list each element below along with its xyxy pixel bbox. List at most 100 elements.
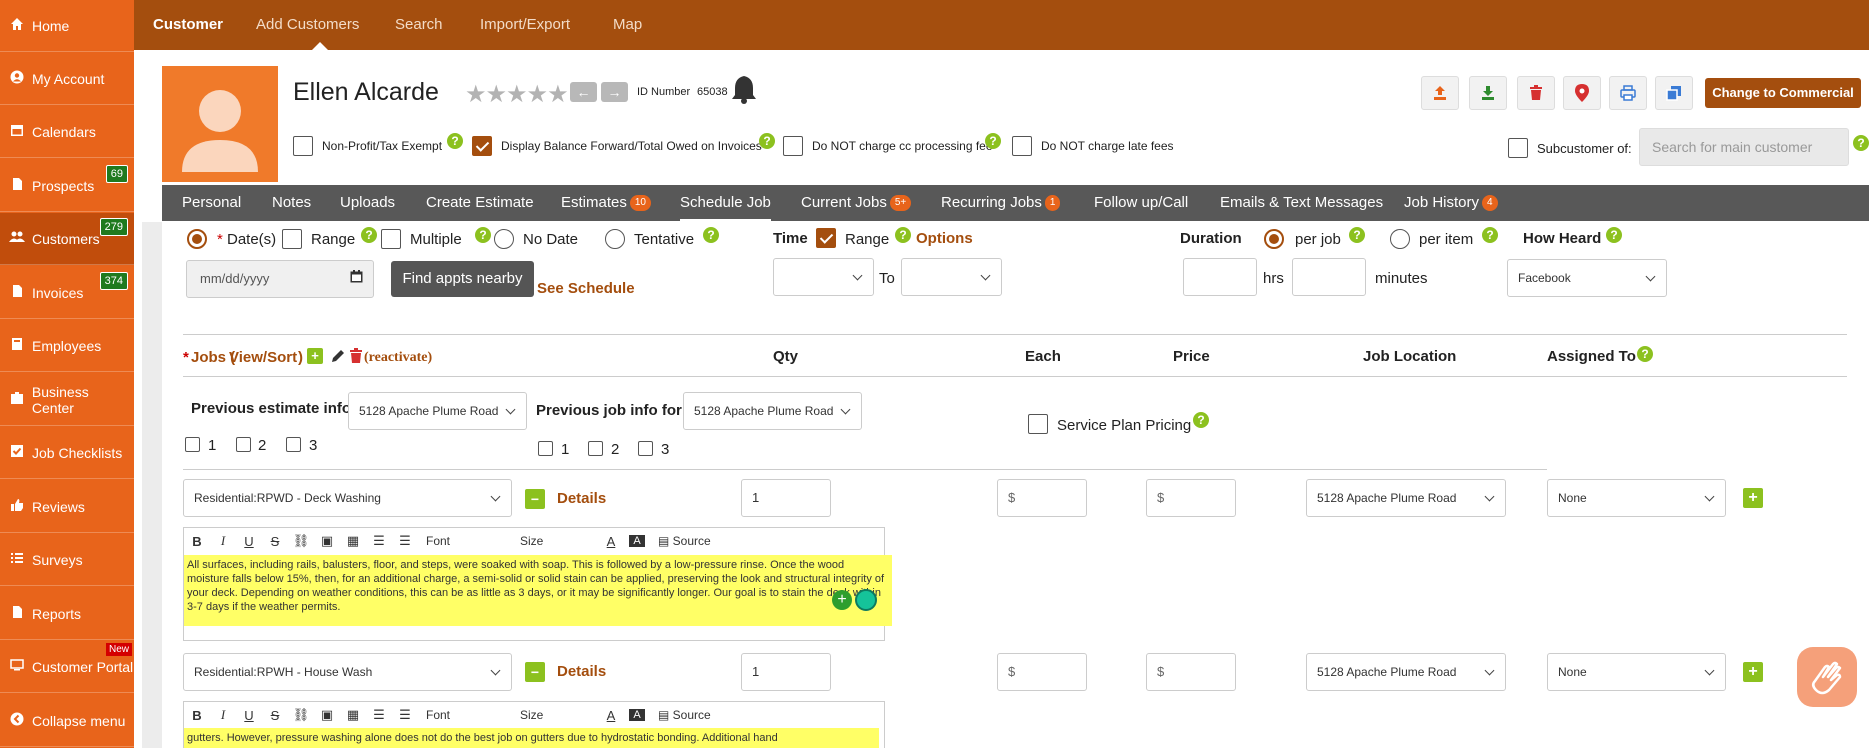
size-dropdown[interactable]: Size [512,534,598,548]
time-range-checkbox[interactable] [816,228,836,248]
size-dropdown[interactable]: Size [512,708,598,722]
prev-estimate-2-checkbox[interactable] [236,437,251,452]
image-icon[interactable]: ▣ [314,533,340,549]
rating-stars[interactable]: ★★★★★ [465,80,569,109]
sidebar-item-my-account[interactable]: My Account [0,53,134,105]
service-plan-pricing-checkbox[interactable] [1028,414,1048,434]
multiple-checkbox[interactable] [381,229,401,249]
bullet-list-icon[interactable]: ☰ [392,533,418,549]
tab-job-history[interactable]: Job History 4 [1404,185,1498,221]
date-input[interactable]: mm/dd/yyyy [186,260,374,298]
tab-follow-up-call[interactable]: Follow up/Call [1094,185,1188,221]
tab-notes[interactable]: Notes [272,185,311,221]
sidebar-item-business-center[interactable]: Business Center [0,374,134,426]
prev-job-3-checkbox[interactable] [638,441,653,456]
bullet-list-icon[interactable]: ☰ [392,707,418,723]
help-icon[interactable]: ? [985,133,1001,149]
help-icon[interactable]: ? [447,133,463,149]
previous-customer-button[interactable]: ← [570,82,597,102]
description-editor[interactable]: B I U S ⛓ ▣ ▦ ☰ ☰ Font Size A A ▤ Source… [183,701,885,748]
delete-button[interactable] [1517,76,1555,110]
help-icon[interactable]: ? [703,227,719,243]
topnav-customer[interactable]: Customer [153,0,223,50]
start-time-select[interactable] [773,258,874,296]
map-pin-button[interactable] [1563,76,1601,110]
each-price-input[interactable]: $ [997,479,1087,517]
dates-radio[interactable] [187,229,207,249]
assigned-to-select[interactable]: None [1547,653,1726,691]
help-icon[interactable]: ? [475,227,491,243]
add-line-button[interactable]: + [1743,662,1763,682]
tab-create-estimate[interactable]: Create Estimate [426,185,534,221]
link-icon[interactable]: ⛓ [288,707,314,723]
main-customer-search-input[interactable]: Search for main customer [1639,128,1849,166]
per-item-radio[interactable] [1390,229,1410,249]
sidebar-item-calendars[interactable]: Calendars [0,106,134,158]
sidebar-item-home[interactable]: Home [0,0,134,52]
topnav-search[interactable]: Search [395,0,443,50]
previous-estimate-select[interactable]: 5128 Apache Plume Road [348,392,527,430]
tab-current-jobs[interactable]: Current Jobs 5+ [801,185,912,221]
strikethrough-button[interactable]: S [262,708,288,723]
sidebar-item-prospects[interactable]: Prospects 69 [0,160,134,212]
qty-input[interactable]: 1 [741,653,831,691]
duration-minutes-input[interactable] [1292,258,1366,296]
underline-button[interactable]: U [236,708,262,723]
collapse-details-button[interactable]: − [525,662,545,682]
image-icon[interactable]: ▣ [314,707,340,723]
tab-schedule-job[interactable]: Schedule Job [680,185,771,221]
help-icon[interactable]: ? [1349,227,1365,243]
add-job-button[interactable]: + [307,348,323,364]
prev-job-2-checkbox[interactable] [588,441,603,456]
prev-estimate-1-checkbox[interactable] [185,437,200,452]
no-cc-fee-checkbox[interactable] [783,136,803,156]
next-customer-button[interactable]: → [601,82,628,102]
upload-button[interactable] [1421,76,1459,110]
numbered-list-icon[interactable]: ☰ [366,707,392,723]
duration-hours-input[interactable] [1183,258,1257,296]
sidebar-item-job-checklists[interactable]: Job Checklists [0,427,134,479]
each-price-input[interactable]: $ [997,653,1087,691]
tab-recurring-jobs[interactable]: Recurring Jobs 1 [941,185,1061,221]
how-heard-select[interactable]: Facebook [1507,259,1667,297]
sidebar-item-employees[interactable]: Employees [0,320,134,372]
sidebar-item-surveys[interactable]: Surveys [0,534,134,586]
tab-emails-text-messages[interactable]: Emails & Text Messages [1220,185,1383,221]
bold-button[interactable]: B [184,708,210,723]
bell-icon[interactable] [730,74,758,107]
text-color-button[interactable]: A [598,708,624,723]
end-time-select[interactable] [901,258,1002,296]
find-appts-nearby-button[interactable]: Find appts nearby [391,261,534,297]
qty-input[interactable]: 1 [741,479,831,517]
display-balance-checkbox[interactable] [472,136,492,156]
download-button[interactable] [1469,76,1507,110]
help-icon[interactable]: ? [759,133,775,149]
sidebar-item-customers[interactable]: Customers 279 [0,213,134,265]
help-icon[interactable]: ? [361,227,377,243]
tab-estimates[interactable]: Estimates 10 [561,185,651,221]
change-to-commercial-button[interactable]: Change to Commercial [1705,78,1861,108]
trash-icon[interactable] [349,348,363,367]
add-circle-icon[interactable]: + [832,590,852,610]
job-location-select[interactable]: 5128 Apache Plume Road [1306,653,1506,691]
background-color-button[interactable]: A [629,535,645,547]
per-job-radio[interactable] [1264,229,1284,249]
subcustomer-checkbox[interactable] [1508,138,1528,158]
service-select[interactable]: Residential:RPWH - House Wash [183,653,512,691]
see-schedule-link[interactable]: See Schedule [537,280,635,297]
sidebar-item-collapse-menu[interactable]: Collapse menu [0,695,134,747]
help-icon[interactable]: ? [1482,227,1498,243]
assigned-to-select[interactable]: None [1547,479,1726,517]
collapse-details-button[interactable]: − [525,489,545,509]
topnav-add-customers[interactable]: Add Customers [256,0,359,50]
description-editor[interactable]: B I U S ⛓ ▣ ▦ ☰ ☰ Font Size A A ▤ Source… [183,527,892,641]
sidebar-item-reviews[interactable]: Reviews [0,481,134,533]
print-button[interactable] [1609,76,1647,110]
help-icon[interactable]: ? [1637,346,1653,362]
sidebar-item-reports[interactable]: Reports [0,588,134,640]
link-icon[interactable]: ⛓ [288,533,314,549]
grammarly-icon[interactable] [855,589,877,611]
reactivate-link[interactable]: (reactivate) [364,350,432,366]
sidebar-item-invoices[interactable]: Invoices 374 [0,267,134,319]
source-button[interactable]: ▤ Source [650,708,719,722]
